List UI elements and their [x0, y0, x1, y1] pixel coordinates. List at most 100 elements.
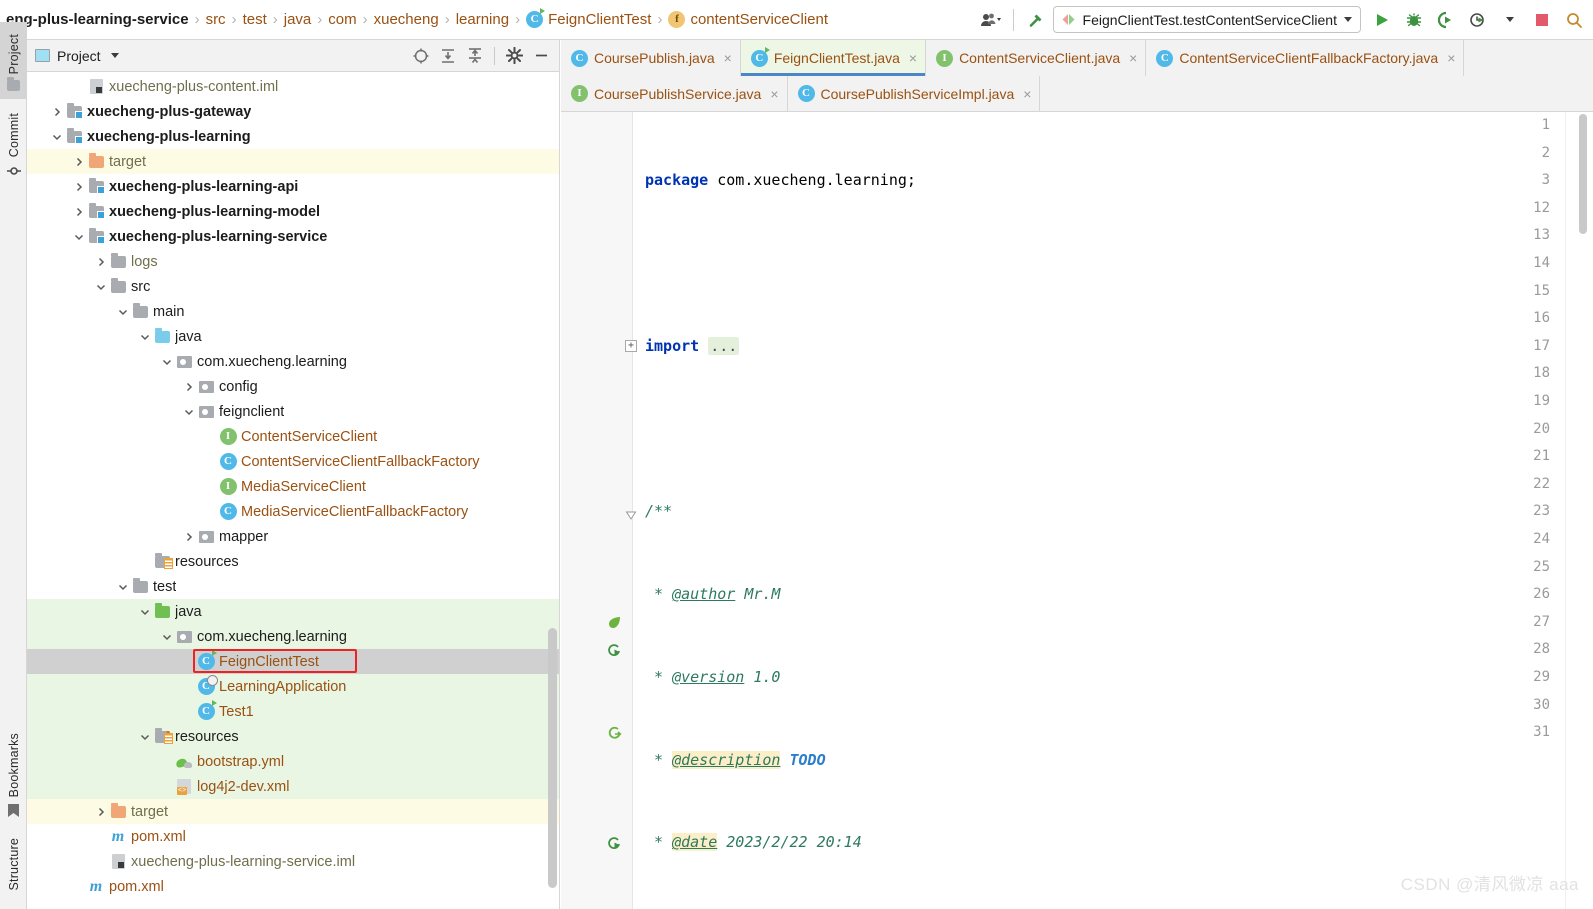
chevron-down-icon[interactable] [115, 299, 130, 324]
select-opened-file-icon[interactable] [409, 44, 433, 68]
chevron-right-icon[interactable] [49, 99, 64, 124]
tool-window-tab-structure[interactable]: Structure [0, 826, 27, 899]
search-icon[interactable] [1559, 5, 1589, 35]
breadcrumb-item-java[interactable]: java [279, 0, 317, 40]
expand-all-icon[interactable] [436, 44, 460, 68]
tree-node-learningapplication[interactable]: C LearningApplication [27, 674, 559, 699]
run-icon[interactable] [1367, 5, 1397, 35]
editor-tab-coursepublishserviceimpl-java[interactable]: C CoursePublishServiceImpl.java × [787, 76, 1041, 111]
tree-node-test[interactable]: test [27, 574, 559, 599]
close-icon[interactable]: × [724, 50, 732, 66]
spring-bean-icon[interactable] [605, 609, 623, 637]
close-icon[interactable]: × [1023, 86, 1031, 102]
tree-node-pom-xml[interactable]: m pom.xml [27, 874, 559, 899]
close-icon[interactable]: × [1447, 50, 1455, 66]
editor-tab-contentserviceclient-java[interactable]: I ContentServiceClient.java × [926, 40, 1147, 76]
profiler-dropdown-icon[interactable] [1495, 5, 1525, 35]
tree-node-contentserviceclient[interactable]: I ContentServiceClient [27, 424, 559, 449]
settings-gear-icon[interactable] [502, 44, 526, 68]
close-icon[interactable]: × [770, 86, 778, 102]
project-tree-scrollbar[interactable] [548, 628, 557, 888]
tool-window-tab-commit[interactable]: Commit [0, 99, 27, 185]
build-hammer-icon[interactable] [1021, 5, 1051, 35]
breadcrumb-item-com[interactable]: com [323, 0, 361, 40]
tree-node-log4j2-dev-xml[interactable]: log4j2-dev.xml [27, 774, 559, 799]
chevron-down-icon[interactable] [115, 574, 130, 599]
chevron-right-icon[interactable] [93, 249, 108, 274]
tool-window-tab-project[interactable]: Project [0, 22, 27, 100]
tree-node-test1[interactable]: C Test1 [27, 699, 559, 724]
tree-node-resources[interactable]: resources [27, 549, 559, 574]
tree-node-xuecheng-plus-learning-api[interactable]: xuecheng-plus-learning-api [27, 174, 559, 199]
chevron-down-icon[interactable] [110, 53, 119, 58]
tree-node-contentserviceclientfallbackfactory[interactable]: C ContentServiceClientFallbackFactory [27, 449, 559, 474]
close-icon[interactable]: × [1129, 50, 1137, 66]
editor-tab-coursepublish-java[interactable]: C CoursePublish.java × [561, 40, 741, 76]
tree-node-feignclient[interactable]: feignclient [27, 399, 559, 424]
editor-scrollbar-thumb[interactable] [1579, 114, 1587, 234]
user-dropdown-icon[interactable] [976, 5, 1006, 35]
tree-node-xuecheng-plus-learning-service-iml[interactable]: xuecheng-plus-learning-service.iml [27, 849, 559, 874]
tool-window-tab-bookmarks[interactable]: Bookmarks [0, 723, 27, 826]
import-fold-placeholder[interactable]: ... [708, 336, 740, 355]
editor-tab-contentserviceclientfallbackfactory-java[interactable]: C ContentServiceClientFallbackFactory.jav… [1146, 40, 1465, 76]
tree-node-config[interactable]: config [27, 374, 559, 399]
chevron-right-icon[interactable] [93, 799, 108, 824]
editor-gutter[interactable] [561, 112, 633, 909]
tree-node-java[interactable]: java [27, 324, 559, 349]
tree-node-resources[interactable]: resources [27, 724, 559, 749]
run-configuration-selector[interactable]: FeignClientTest.testContentServiceClient [1052, 6, 1361, 33]
breadcrumb-item-test[interactable]: test [238, 0, 272, 40]
chevron-down-icon[interactable] [71, 224, 86, 249]
run-test-method-icon[interactable] [605, 830, 623, 858]
chevron-down-icon[interactable] [137, 724, 152, 749]
debug-icon[interactable] [1399, 5, 1429, 35]
tree-node-bootstrap-yml[interactable]: bootstrap.yml [27, 749, 559, 774]
tree-node-mediaserviceclientfallbackfactory[interactable]: C MediaServiceClientFallbackFactory [27, 499, 559, 524]
fold-collapse-icon[interactable] [625, 504, 637, 532]
code-content[interactable]: package com.xuecheng.learning; + import .… [625, 112, 1565, 909]
tree-node-xuecheng-plus-gateway[interactable]: xuecheng-plus-gateway [27, 99, 559, 124]
hide-panel-icon[interactable] [529, 44, 553, 68]
breadcrumb-item-project[interactable]: eng-plus-learning-service [2, 0, 194, 40]
tree-node-target[interactable]: target [27, 799, 559, 824]
stop-icon[interactable] [1527, 5, 1557, 35]
breadcrumb-item-learning[interactable]: learning [451, 0, 514, 40]
breadcrumb-item-src[interactable]: src [201, 0, 231, 40]
tree-node-target[interactable]: target [27, 149, 559, 174]
spring-autowired-icon[interactable] [605, 720, 623, 748]
breadcrumb-item-class[interactable]: C FeignClientTest [521, 0, 656, 40]
tree-node-mediaserviceclient[interactable]: I MediaServiceClient [27, 474, 559, 499]
chevron-down-icon[interactable] [137, 599, 152, 624]
close-icon[interactable]: × [909, 50, 917, 66]
editor-tab-coursepublishservice-java[interactable]: I CoursePublishService.java × [561, 76, 788, 111]
chevron-down-icon[interactable] [159, 349, 174, 374]
chevron-right-icon[interactable] [71, 199, 86, 224]
run-with-coverage-icon[interactable] [1431, 5, 1461, 35]
editor-tab-feignclienttest-java[interactable]: C FeignClientTest.java × [740, 40, 927, 76]
tree-node-src[interactable]: src [27, 274, 559, 299]
tree-node-pom-xml[interactable]: m pom.xml [27, 824, 559, 849]
chevron-down-icon[interactable] [159, 624, 174, 649]
breadcrumb-item-field[interactable]: f contentServiceClient [663, 0, 833, 40]
tree-node-xuecheng-plus-learning-service[interactable]: xuecheng-plus-learning-service [27, 224, 559, 249]
editor-scrollbar-area[interactable] [1565, 112, 1593, 909]
tree-node-feignclienttest[interactable]: C FeignClientTest [27, 649, 559, 674]
code-editor[interactable]: 1 2 3 12 13 14 15 16 17 18 19 20 21 22 23 24 25 26 27 28 29 3… [561, 112, 1593, 909]
chevron-down-icon[interactable] [93, 274, 108, 299]
profiler-icon[interactable] [1463, 5, 1493, 35]
chevron-right-icon[interactable] [71, 174, 86, 199]
fold-expand-icon[interactable]: + [625, 339, 637, 352]
tree-node-java[interactable]: java [27, 599, 559, 624]
chevron-down-icon[interactable] [49, 124, 64, 149]
tree-node-xuecheng-plus-learning-model[interactable]: xuecheng-plus-learning-model [27, 199, 559, 224]
tree-node-com-xuecheng-learning[interactable]: com.xuecheng.learning [27, 624, 559, 649]
run-test-class-icon[interactable] [605, 637, 623, 665]
tree-node-com-xuecheng-learning[interactable]: com.xuecheng.learning [27, 349, 559, 374]
chevron-down-icon[interactable] [181, 399, 196, 424]
chevron-right-icon[interactable] [181, 524, 196, 549]
tree-node-mapper[interactable]: mapper [27, 524, 559, 549]
collapse-all-icon[interactable] [463, 44, 487, 68]
project-tree[interactable]: xuecheng-plus-content.iml xuecheng-plus-g… [27, 72, 559, 909]
tree-node-main[interactable]: main [27, 299, 559, 324]
